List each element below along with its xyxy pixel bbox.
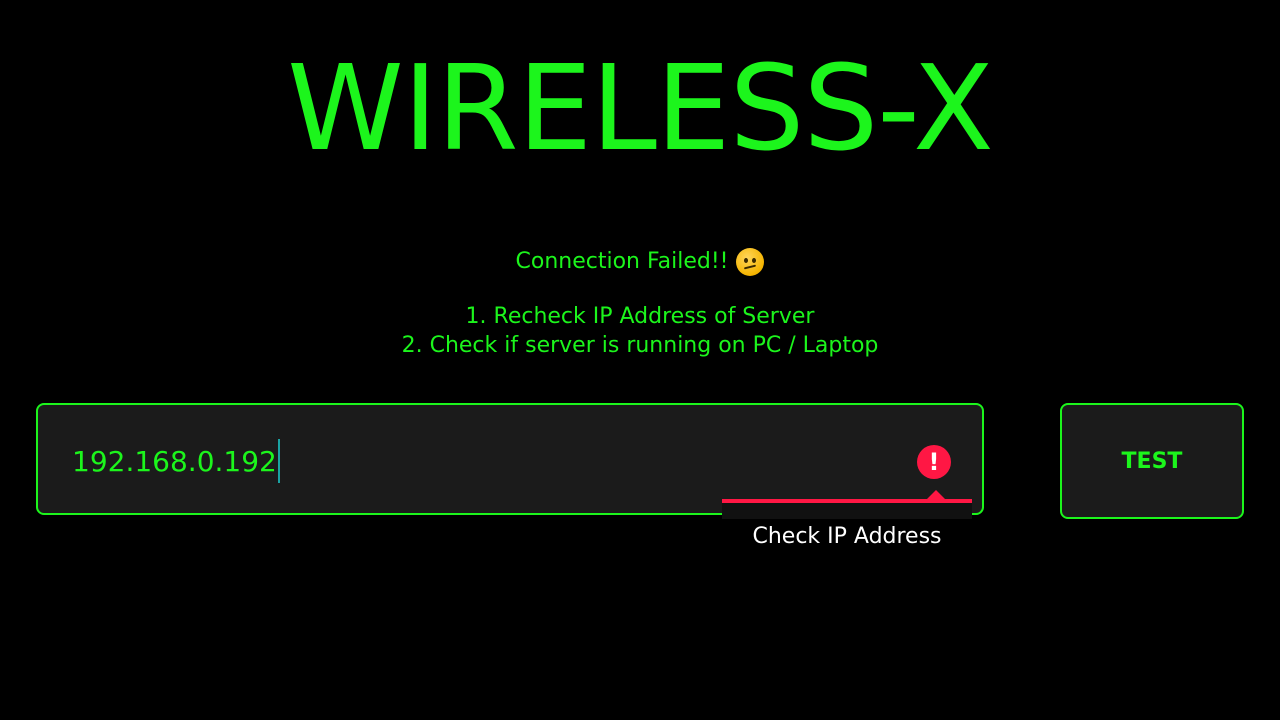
text-caret [277, 439, 280, 483]
test-button[interactable]: TEST [1060, 403, 1244, 519]
instruction-line: 1. Recheck IP Address of Server [465, 304, 815, 329]
error-message: Check IP Address [752, 524, 942, 549]
status-block: Connection Failed!! 1. Recheck IP Addres… [0, 244, 1280, 360]
tooltip-panel [722, 503, 972, 519]
status-line: Connection Failed!! [0, 244, 1280, 280]
confused-face-icon [736, 248, 765, 276]
ip-address-value: 192.168.0.192 [72, 444, 277, 478]
troubleshooting-instructions: 1. Recheck IP Address of Server 2. Check… [0, 302, 1280, 360]
app-title: WIRELESS-X [287, 39, 994, 177]
connection-status-text: Connection Failed!! [515, 249, 729, 274]
error-icon[interactable]: ! [917, 445, 951, 479]
app-screen: WIRELESS-X Connection Failed!! 1. Rechec… [0, 0, 1280, 720]
ip-address-input[interactable]: 192.168.0.192 [72, 439, 280, 483]
instruction-line: 2. Check if server is running on PC / La… [401, 333, 879, 358]
